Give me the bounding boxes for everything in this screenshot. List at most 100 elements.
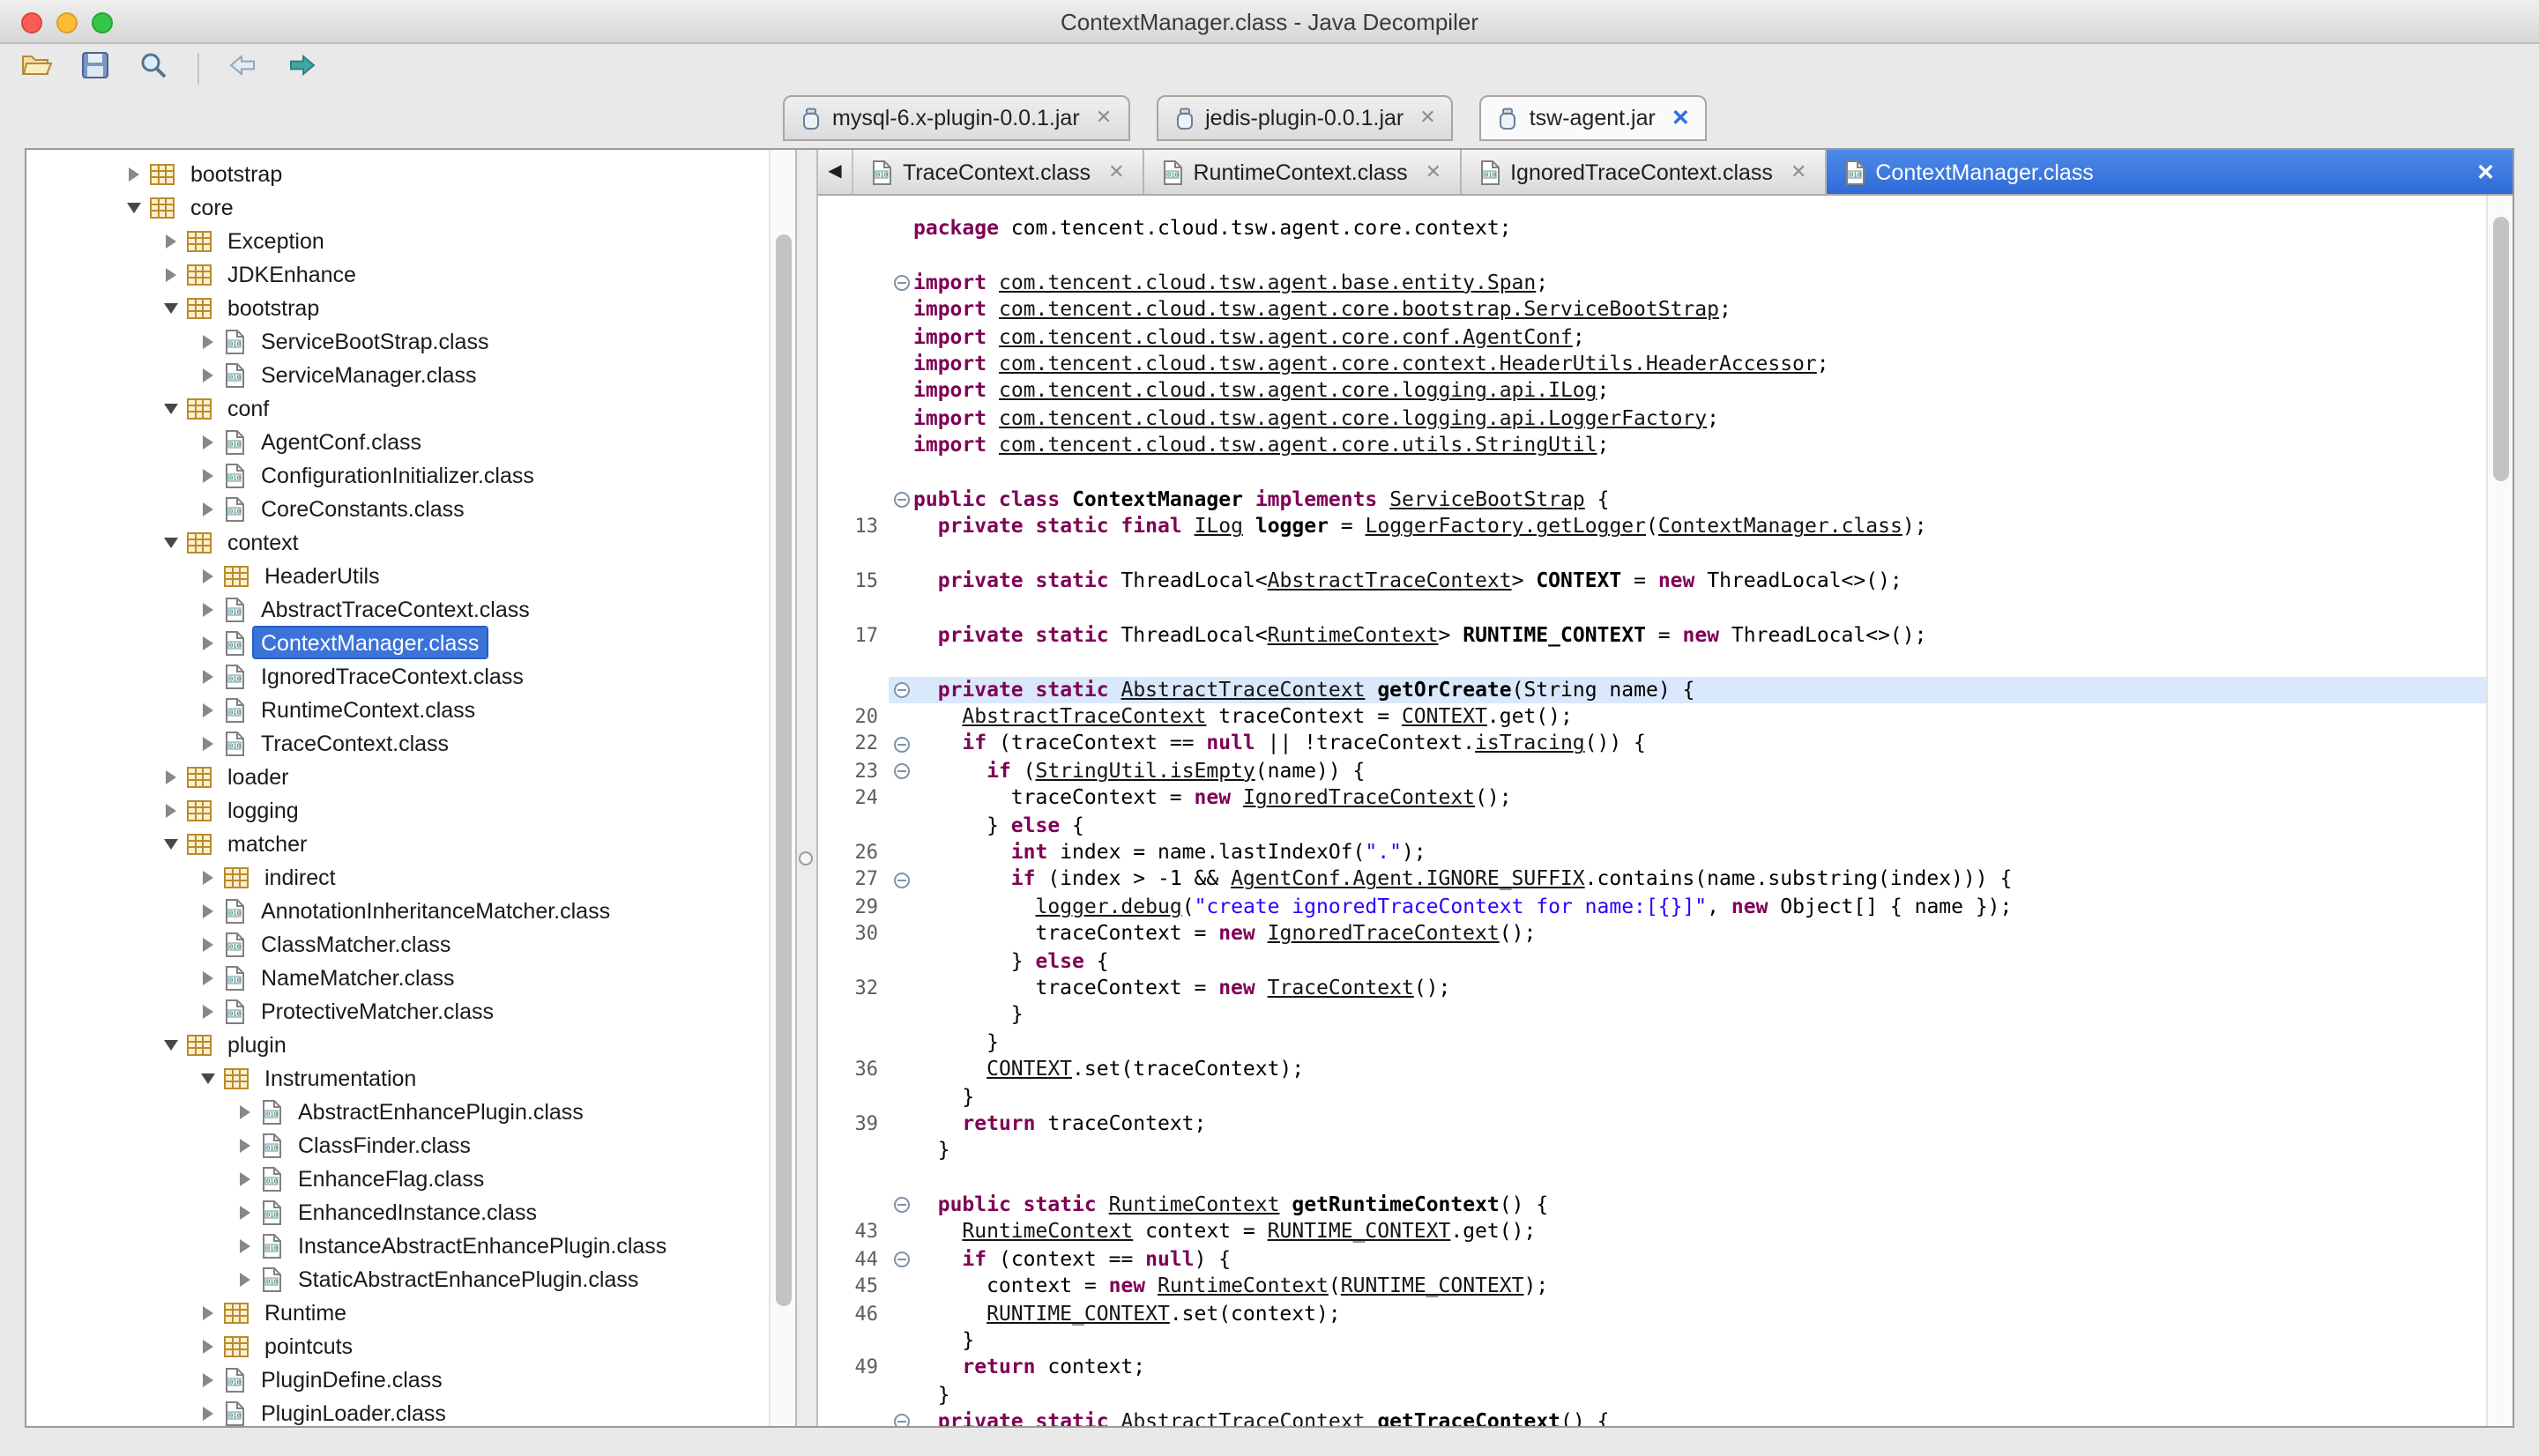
expand-arrow-icon[interactable] <box>196 736 220 750</box>
code-link[interactable]: logger.debug <box>1036 894 1182 921</box>
jar-tab[interactable]: tsw-agent.jar✕ <box>1480 95 1708 141</box>
expand-arrow-icon[interactable] <box>196 568 220 583</box>
close-tab-icon[interactable]: ✕ <box>1096 108 1112 128</box>
fold-toggle-icon[interactable] <box>889 758 913 785</box>
close-tab-icon[interactable]: ✕ <box>1419 108 1435 128</box>
code-link[interactable]: LoggerFactory.getLogger <box>1366 514 1647 541</box>
collapse-arrow-icon[interactable] <box>159 403 183 413</box>
expand-arrow-icon[interactable] <box>233 1104 257 1118</box>
code-link[interactable]: ServiceBootStrap <box>1389 487 1585 514</box>
tree-item[interactable]: 010EnhancedInstance.class <box>26 1195 769 1229</box>
jar-tab[interactable]: mysql-6.x-plugin-0.0.1.jar✕ <box>783 95 1129 141</box>
code-link[interactable]: RUNTIME_CONTEXT <box>1268 1219 1451 1246</box>
class-tab[interactable]: 010IgnoredTraceContext.class✕ <box>1461 150 1826 194</box>
tree-scrollbar-thumb[interactable] <box>775 234 791 1306</box>
tree-item[interactable]: 010PluginDefine.class <box>26 1363 769 1396</box>
pane-splitter[interactable] <box>797 150 818 1426</box>
tree-item[interactable]: 010ServiceBootStrap.class <box>26 324 769 358</box>
expand-arrow-icon[interactable] <box>122 167 146 181</box>
tree-item[interactable]: context <box>26 525 769 559</box>
tree-item[interactable]: 010AgentConf.class <box>26 425 769 458</box>
tree-item[interactable]: 010IgnoredTraceContext.class <box>26 659 769 693</box>
code-link[interactable]: com.tencent.cloud.tsw.agent.base.entity.… <box>999 270 1536 297</box>
code-link[interactable]: AbstractTraceContext <box>1268 568 1512 595</box>
expand-arrow-icon[interactable] <box>196 1372 220 1386</box>
tree-item[interactable]: 010StaticAbstractEnhancePlugin.class <box>26 1262 769 1296</box>
code-link[interactable]: AbstractTraceContext <box>1121 1408 1365 1426</box>
tree-item[interactable]: 010AbstractEnhancePlugin.class <box>26 1095 769 1128</box>
code-link[interactable]: RuntimeContext <box>1158 1273 1329 1300</box>
expand-arrow-icon[interactable] <box>196 1004 220 1018</box>
fold-toggle-icon[interactable] <box>889 731 913 758</box>
expand-arrow-icon[interactable] <box>233 1138 257 1152</box>
tree-item[interactable]: 010CoreConstants.class <box>26 492 769 525</box>
code-link[interactable]: isTracing <box>1475 731 1585 758</box>
code-link[interactable]: com.tencent.cloud.tsw.agent.core.logging… <box>999 405 1707 432</box>
code-link[interactable]: RuntimeContext <box>962 1219 1133 1246</box>
tree-item[interactable]: 010RuntimeContext.class <box>26 693 769 726</box>
expand-arrow-icon[interactable] <box>196 903 220 917</box>
tree-item[interactable]: Exception <box>26 224 769 257</box>
tree-item[interactable]: 010PluginLoader.class <box>26 1396 769 1426</box>
tree-item[interactable]: plugin <box>26 1028 769 1061</box>
tree-item[interactable]: 010NameMatcher.class <box>26 961 769 994</box>
tree-item[interactable]: bootstrap <box>26 157 769 190</box>
fold-toggle-icon[interactable] <box>889 1192 913 1219</box>
close-tab-icon[interactable]: ✕ <box>1791 160 1806 183</box>
tab-scroll-left-button[interactable]: ◀ <box>818 150 853 194</box>
tree-item[interactable]: JDKEnhance <box>26 257 769 291</box>
code-link[interactable]: RUNTIME_CONTEXT <box>1341 1273 1524 1300</box>
code-link[interactable]: com.tencent.cloud.tsw.agent.core.utils.S… <box>999 432 1597 459</box>
expand-arrow-icon[interactable] <box>196 501 220 516</box>
collapse-arrow-icon[interactable] <box>159 1039 183 1050</box>
back-button[interactable] <box>224 48 263 87</box>
code-link[interactable]: com.tencent.cloud.tsw.agent.core.context… <box>999 351 1817 378</box>
code-link[interactable]: StringUtil.isEmpty <box>1036 758 1255 785</box>
code-link[interactable]: ILog <box>1195 514 1243 541</box>
code-link[interactable]: com.tencent.cloud.tsw.agent.core.bootstr… <box>999 296 1719 323</box>
expand-arrow-icon[interactable] <box>233 1238 257 1252</box>
tree-item[interactable]: Instrumentation <box>26 1061 769 1095</box>
expand-arrow-icon[interactable] <box>196 468 220 482</box>
code-link[interactable]: com.tencent.cloud.tsw.agent.core.logging… <box>999 378 1597 405</box>
fold-toggle-icon[interactable] <box>889 1246 913 1274</box>
collapse-arrow-icon[interactable] <box>159 302 183 313</box>
close-window-button[interactable] <box>21 11 42 33</box>
code-link[interactable]: IgnoredTraceContext <box>1243 784 1475 812</box>
tree-item[interactable]: logging <box>26 793 769 827</box>
fold-toggle-icon[interactable] <box>889 270 913 297</box>
collapse-arrow-icon[interactable] <box>196 1073 220 1083</box>
expand-arrow-icon[interactable] <box>159 803 183 817</box>
tree-item[interactable]: 010ServiceManager.class <box>26 358 769 391</box>
tree-item[interactable]: Runtime <box>26 1296 769 1329</box>
tree-item[interactable]: 010EnhanceFlag.class <box>26 1162 769 1195</box>
class-tab[interactable]: 010ContextManager.class✕ <box>1826 150 2513 194</box>
code-link[interactable]: AgentConf.Agent.IGNORE_SUFFIX <box>1231 866 1585 894</box>
code-scrollbar-thumb[interactable] <box>2492 217 2508 481</box>
expand-arrow-icon[interactable] <box>196 334 220 348</box>
tree-item[interactable]: 010ClassFinder.class <box>26 1128 769 1162</box>
code-link[interactable]: RuntimeContext <box>1268 622 1439 650</box>
close-tab-icon[interactable]: ✕ <box>2476 159 2495 185</box>
expand-arrow-icon[interactable] <box>159 234 183 248</box>
expand-arrow-icon[interactable] <box>196 1406 220 1420</box>
tree-item[interactable]: 010ProtectiveMatcher.class <box>26 994 769 1028</box>
tree-item[interactable]: 010ClassMatcher.class <box>26 927 769 961</box>
expand-arrow-icon[interactable] <box>196 368 220 382</box>
code-link[interactable]: IgnoredTraceContext <box>1268 920 1500 947</box>
tree-item[interactable]: bootstrap <box>26 291 769 324</box>
close-tab-icon[interactable]: ✕ <box>1672 108 1690 130</box>
minimize-window-button[interactable] <box>56 11 78 33</box>
expand-arrow-icon[interactable] <box>196 602 220 616</box>
expand-arrow-icon[interactable] <box>196 669 220 683</box>
code-link[interactable]: CONTEXT <box>987 1056 1072 1083</box>
tree-item[interactable]: pointcuts <box>26 1329 769 1363</box>
splitter-handle[interactable] <box>799 851 813 865</box>
open-file-button[interactable] <box>18 48 56 87</box>
tree-item[interactable]: 010ConfigurationInitializer.class <box>26 458 769 492</box>
code-link[interactable]: AbstractTraceContext <box>962 703 1206 731</box>
code-link[interactable]: AbstractTraceContext <box>1121 676 1365 703</box>
code-link[interactable]: CONTEXT <box>1402 703 1487 731</box>
tree-item[interactable]: HeaderUtils <box>26 559 769 592</box>
tree-item[interactable]: 010InstanceAbstractEnhancePlugin.class <box>26 1229 769 1262</box>
